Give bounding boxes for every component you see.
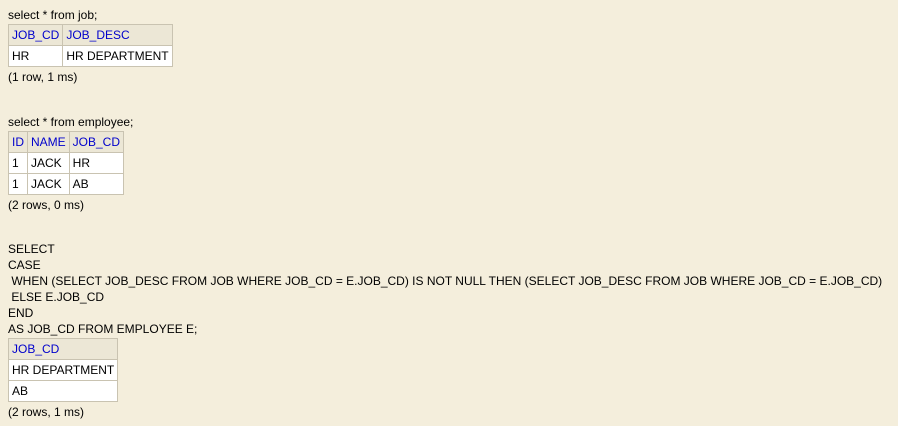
column-header[interactable]: JOB_CD xyxy=(7,24,64,46)
column-header[interactable]: JOB_CD xyxy=(68,131,125,153)
result-table: ID NAME JOB_CD 1 JACK HR 1 JACK AB xyxy=(8,131,125,195)
query-line: ELSE E.JOB_CD xyxy=(8,290,105,304)
result-block-case-query: SELECT CASE WHEN (SELECT JOB_DESC FROM JO… xyxy=(7,241,882,419)
table-cell: HR DEPARTMENT xyxy=(62,45,173,67)
query-line: select * from job; xyxy=(8,8,98,22)
table-cell: HR xyxy=(7,45,64,67)
column-header[interactable]: JOB_DESC xyxy=(62,24,173,46)
table-cell: 1 xyxy=(8,173,28,195)
table-row: 1 JACK AB xyxy=(8,173,125,195)
sql-query: select * from employee; xyxy=(8,114,133,130)
column-header[interactable]: ID xyxy=(8,131,28,153)
table-row: 1 JACK HR xyxy=(8,152,125,174)
table-cell: JACK xyxy=(27,152,70,174)
sql-query: SELECT CASE WHEN (SELECT JOB_DESC FROM JO… xyxy=(8,241,882,337)
result-block-employee: select * from employee; ID NAME JOB_CD 1… xyxy=(8,114,133,212)
sql-query: select * from job; xyxy=(8,7,173,23)
table-cell: 1 xyxy=(8,152,28,174)
header-row: JOB_CD xyxy=(7,338,119,360)
table-row: HR HR DEPARTMENT xyxy=(7,45,173,67)
table-cell: HR DEPARTMENT xyxy=(7,359,119,381)
column-header[interactable]: NAME xyxy=(27,131,70,153)
result-table: JOB_CD JOB_DESC HR HR DEPARTMENT xyxy=(7,24,173,67)
table-cell: HR xyxy=(68,152,125,174)
table-cell: AB xyxy=(7,380,119,402)
query-line: AS JOB_CD FROM EMPLOYEE E; xyxy=(8,322,198,336)
table-cell: JACK xyxy=(27,173,70,195)
header-row: ID NAME JOB_CD xyxy=(8,131,125,153)
table-cell: AB xyxy=(68,173,125,195)
result-block-job: select * from job; JOB_CD JOB_DESC HR HR… xyxy=(7,7,173,84)
table-row: AB xyxy=(7,380,119,402)
result-status: (2 rows, 0 ms) xyxy=(8,198,85,212)
result-status: (2 rows, 1 ms) xyxy=(8,405,85,419)
query-line: CASE xyxy=(8,258,41,272)
query-line: SELECT xyxy=(8,242,55,256)
table-row: HR DEPARTMENT xyxy=(7,359,119,381)
result-table: JOB_CD HR DEPARTMENT AB xyxy=(7,338,119,402)
query-line: WHEN (SELECT JOB_DESC FROM JOB WHERE JOB… xyxy=(8,274,883,288)
query-line: select * from employee; xyxy=(8,115,134,129)
column-header[interactable]: JOB_CD xyxy=(7,338,119,360)
header-row: JOB_CD JOB_DESC xyxy=(7,24,173,46)
query-line: END xyxy=(8,306,34,320)
result-status: (1 row, 1 ms) xyxy=(8,70,78,84)
